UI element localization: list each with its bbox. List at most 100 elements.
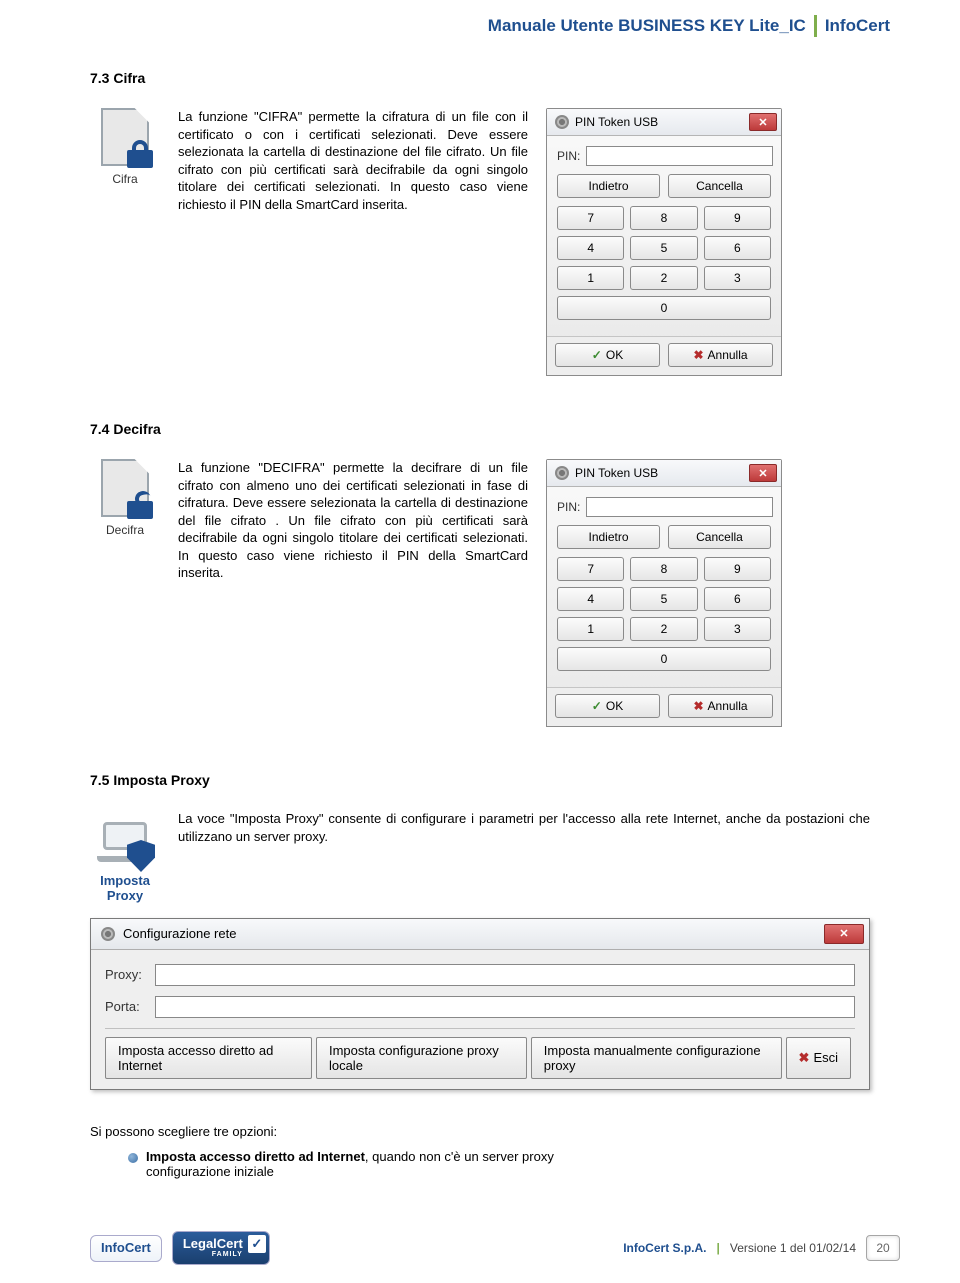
key-8[interactable]: 8 xyxy=(630,557,697,581)
decifra-text: La funzione "DECIFRA" permette la decifr… xyxy=(178,459,528,582)
pin-dialog-titlebar: PIN Token USB ✕ xyxy=(547,109,781,136)
pin-input[interactable] xyxy=(586,497,773,517)
legalcert-badge: LegalCert FAMILY ✓ xyxy=(172,1231,270,1265)
key-5[interactable]: 5 xyxy=(630,236,697,260)
x-icon: ✖ xyxy=(799,1050,810,1066)
pin-keypad: 7 8 9 4 5 6 1 2 3 0 xyxy=(557,206,771,320)
ok-button[interactable]: ✓OK xyxy=(555,343,660,367)
proxy-row: Imposta Proxy La voce "Imposta Proxy" co… xyxy=(90,810,870,904)
x-icon: ✖ xyxy=(693,348,703,362)
gear-icon xyxy=(101,927,115,941)
header-title: Manuale Utente BUSINESS KEY Lite_IC xyxy=(488,16,806,36)
close-button[interactable]: ✕ xyxy=(749,464,777,482)
key-1[interactable]: 1 xyxy=(557,266,624,290)
page-footer: InfoCert LegalCert FAMILY ✓ InfoCert S.p… xyxy=(0,1231,960,1265)
cifra-row: Cifra La funzione "CIFRA" permette la ci… xyxy=(90,108,870,376)
decifra-icon xyxy=(95,459,155,521)
x-icon: ✖ xyxy=(693,699,703,713)
key-7[interactable]: 7 xyxy=(557,206,624,230)
key-4[interactable]: 4 xyxy=(557,236,624,260)
key-9[interactable]: 9 xyxy=(704,206,771,230)
key-6[interactable]: 6 xyxy=(704,236,771,260)
page-header: Manuale Utente BUSINESS KEY Lite_IC Info… xyxy=(0,0,960,45)
key-3[interactable]: 3 xyxy=(704,266,771,290)
key-6[interactable]: 6 xyxy=(704,587,771,611)
header-brand: InfoCert xyxy=(825,16,890,36)
pin-label: PIN: xyxy=(557,500,580,514)
back-button[interactable]: Indietro xyxy=(557,174,660,198)
pin-dialog-cifra: PIN Token USB ✕ PIN: Indietro Cancella 7… xyxy=(546,108,782,376)
check-icon: ✓ xyxy=(592,348,602,362)
key-5[interactable]: 5 xyxy=(630,587,697,611)
exit-button[interactable]: ✖Esci xyxy=(786,1037,851,1079)
pin-dialog-title: PIN Token USB xyxy=(575,466,658,480)
option-1: Imposta accesso diretto ad Internet, qua… xyxy=(128,1149,870,1164)
proxy-field-label: Proxy: xyxy=(105,967,147,982)
cifra-icon-col: Cifra xyxy=(90,108,160,186)
decifra-row: Decifra La funzione "DECIFRA" permette l… xyxy=(90,459,870,727)
local-proxy-button[interactable]: Imposta configurazione proxy locale xyxy=(316,1037,527,1079)
config-titlebar: Configurazione rete ✕ xyxy=(91,919,869,950)
footer-version: Versione 1 del 01/02/14 xyxy=(730,1241,856,1255)
cifra-text: La funzione "CIFRA" permette la cifratur… xyxy=(178,108,528,213)
direct-internet-button[interactable]: Imposta accesso diretto ad Internet xyxy=(105,1037,312,1079)
gear-icon xyxy=(555,466,569,480)
key-3[interactable]: 3 xyxy=(704,617,771,641)
pin-dialog-titlebar: PIN Token USB ✕ xyxy=(547,460,781,487)
gear-icon xyxy=(555,115,569,129)
annulla-button[interactable]: ✖Annulla xyxy=(668,694,773,718)
proxy-icon-col: Imposta Proxy xyxy=(90,810,160,904)
section-heading-cifra: 7.3 Cifra xyxy=(90,70,870,86)
cifra-icon xyxy=(95,108,155,170)
key-2[interactable]: 2 xyxy=(630,266,697,290)
section-heading-decifra: 7.4 Decifra xyxy=(90,421,870,437)
decifra-icon-col: Decifra xyxy=(90,459,160,537)
pin-dialog-title: PIN Token USB xyxy=(575,115,658,129)
key-8[interactable]: 8 xyxy=(630,206,697,230)
footer-separator: | xyxy=(717,1241,720,1255)
key-1[interactable]: 1 xyxy=(557,617,624,641)
pin-input[interactable] xyxy=(586,146,773,166)
back-button[interactable]: Indietro xyxy=(557,525,660,549)
footer-company: InfoCert S.p.A. xyxy=(623,1241,706,1255)
close-button[interactable]: ✕ xyxy=(749,113,777,131)
close-button[interactable]: ✕ xyxy=(824,924,864,944)
lock-closed-icon xyxy=(127,140,153,168)
option1-bold: Imposta accesso diretto ad Internet xyxy=(146,1149,365,1164)
port-field-label: Porta: xyxy=(105,999,147,1014)
key-7[interactable]: 7 xyxy=(557,557,624,581)
manual-proxy-button[interactable]: Imposta manualmente configurazione proxy xyxy=(531,1037,782,1079)
config-rete-dialog: Configurazione rete ✕ Proxy: Porta: Impo… xyxy=(90,918,870,1090)
key-9[interactable]: 9 xyxy=(704,557,771,581)
options-block: Si possono scegliere tre opzioni: Impost… xyxy=(90,1124,870,1179)
key-2[interactable]: 2 xyxy=(630,617,697,641)
page-number: 20 xyxy=(866,1235,900,1261)
check-icon: ✓ xyxy=(248,1235,266,1253)
port-input[interactable] xyxy=(155,996,855,1018)
key-0[interactable]: 0 xyxy=(557,647,771,671)
cifra-icon-label: Cifra xyxy=(90,172,160,186)
section-heading-proxy: 7.5 Imposta Proxy xyxy=(90,772,870,788)
options-intro: Si possono scegliere tre opzioni: xyxy=(90,1124,870,1139)
pin-keypad: 7 8 9 4 5 6 1 2 3 0 xyxy=(557,557,771,671)
config-title: Configurazione rete xyxy=(123,926,236,941)
annulla-button[interactable]: ✖Annulla xyxy=(668,343,773,367)
infocert-badge: InfoCert xyxy=(90,1235,162,1262)
proxy-input[interactable] xyxy=(155,964,855,986)
decifra-icon-label: Decifra xyxy=(90,523,160,537)
cancel-button[interactable]: Cancella xyxy=(668,525,771,549)
bullet-icon xyxy=(128,1153,138,1163)
ok-button[interactable]: ✓OK xyxy=(555,694,660,718)
lock-open-icon xyxy=(127,491,153,519)
option1-rest: , quando non c'è un server proxy xyxy=(365,1149,554,1164)
cancel-button[interactable]: Cancella xyxy=(668,174,771,198)
key-0[interactable]: 0 xyxy=(557,296,771,320)
key-4[interactable]: 4 xyxy=(557,587,624,611)
pin-label: PIN: xyxy=(557,149,580,163)
option1-line2: configurazione iniziale xyxy=(146,1164,870,1179)
proxy-text: La voce "Imposta Proxy" consente di conf… xyxy=(178,810,870,845)
proxy-icon-label: Imposta Proxy xyxy=(90,874,160,904)
header-separator xyxy=(814,15,817,37)
pin-dialog-decifra: PIN Token USB ✕ PIN: Indietro Cancella 7… xyxy=(546,459,782,727)
shield-icon xyxy=(127,840,155,872)
